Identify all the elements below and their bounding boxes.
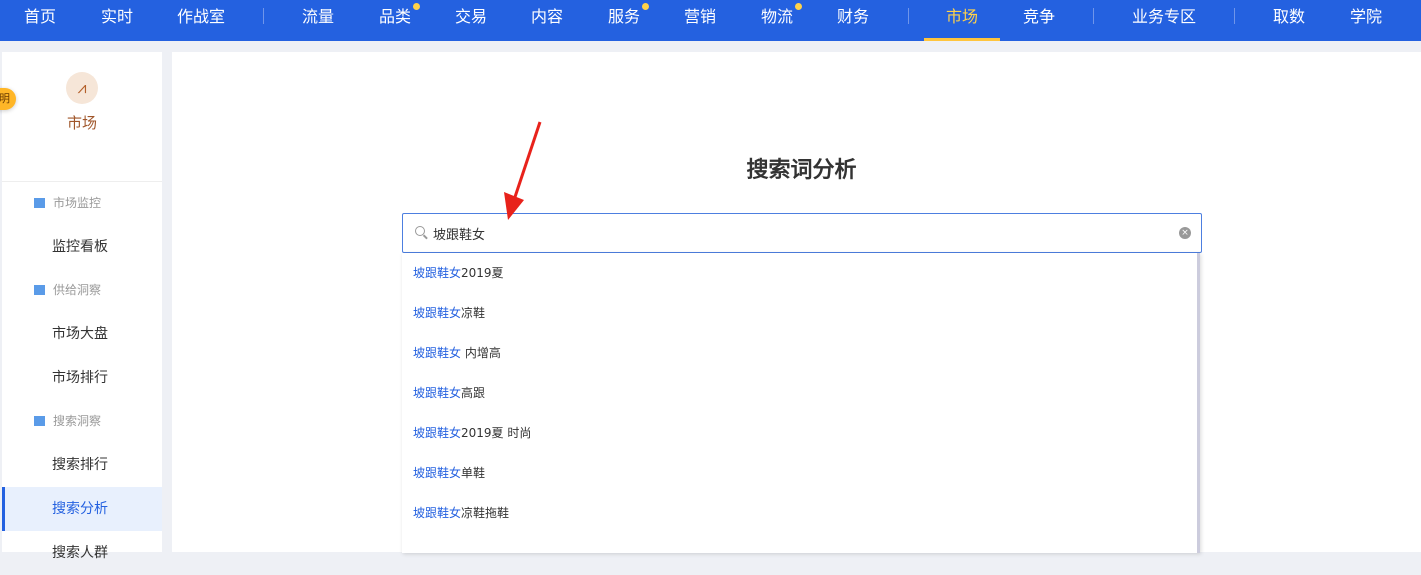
group-label: 市场监控 bbox=[53, 196, 102, 210]
sidebar-item[interactable]: 搜索分析 bbox=[2, 487, 162, 531]
page-title: 搜索词分析 bbox=[746, 158, 857, 183]
notification-dot bbox=[642, 3, 650, 10]
nav-label: 作战室 bbox=[176, 7, 226, 26]
match-text: 坡跟鞋女 bbox=[413, 426, 462, 440]
nav-label: 内容 bbox=[530, 7, 564, 26]
group-label: 供给洞察 bbox=[53, 283, 102, 297]
nav-item[interactable]: 市场 bbox=[923, 0, 1001, 41]
match-text: 坡跟鞋女 bbox=[413, 266, 462, 280]
market-chart-icon: ⩘ bbox=[66, 72, 98, 104]
sidebar-item[interactable]: 监控看板 bbox=[2, 225, 162, 269]
suggestion-item[interactable]: 坡跟鞋女凉鞋拖鞋 bbox=[402, 493, 1197, 533]
nav-item[interactable]: 交易 bbox=[455, 0, 487, 41]
nav-label: 竞争 bbox=[1022, 7, 1056, 26]
match-text: 坡跟鞋女 bbox=[413, 506, 462, 520]
nav-label: 市场 bbox=[945, 7, 979, 26]
clear-icon[interactable]: × bbox=[1179, 227, 1191, 239]
group-label: 搜索洞察 bbox=[53, 414, 102, 428]
sidebar-item[interactable]: 搜索人群 bbox=[2, 531, 162, 575]
rest-text: 2019夏 时尚 bbox=[461, 426, 532, 440]
sidebar-title: 市场 bbox=[66, 114, 97, 132]
nav-divider bbox=[263, 8, 264, 24]
nav-label: 交易 bbox=[454, 7, 488, 26]
building-icon bbox=[34, 416, 45, 426]
nav-divider bbox=[1234, 8, 1235, 24]
nav-label: 业务专区 bbox=[1131, 7, 1197, 26]
nav-label: 物流 bbox=[760, 7, 794, 26]
suggestion-item[interactable]: 坡跟鞋女2019夏 bbox=[402, 253, 1197, 293]
match-text: 坡跟鞋女 bbox=[413, 386, 462, 400]
nav-item[interactable]: 竞争 bbox=[1023, 0, 1055, 41]
nav-label: 实时 bbox=[100, 7, 134, 26]
nav-divider bbox=[908, 8, 909, 24]
notification-dot bbox=[795, 3, 803, 10]
suggestion-item[interactable]: 坡跟鞋女单鞋 bbox=[402, 453, 1197, 493]
nav-item[interactable]: 内容 bbox=[531, 0, 563, 41]
sidebar-header: ⩘ 市场 bbox=[2, 72, 162, 182]
nav-item[interactable]: 财务 bbox=[837, 0, 869, 41]
nav-label: 流量 bbox=[301, 7, 335, 26]
rest-text: 凉鞋 bbox=[461, 306, 486, 320]
suggestion-item[interactable]: 坡跟鞋女2019夏 时尚 bbox=[402, 413, 1197, 453]
sidebar-group: 供给洞察 bbox=[2, 269, 162, 312]
annotation-arrow-icon bbox=[504, 121, 542, 220]
rest-text: 内增高 bbox=[461, 346, 501, 360]
suggestion-item[interactable]: 坡跟鞋女高跟 bbox=[402, 373, 1197, 413]
nav-item[interactable]: 作战室 bbox=[177, 0, 225, 41]
main-panel: 搜索词分析 × 坡跟鞋女2019夏坡跟鞋女凉鞋坡跟鞋女 内增高坡跟鞋女高跟坡跟鞋… bbox=[172, 52, 1421, 553]
nav-label: 品类 bbox=[378, 7, 412, 26]
nav-item[interactable]: 营销 bbox=[684, 0, 716, 41]
sidebar-item[interactable]: 市场大盘 bbox=[2, 312, 162, 356]
nav-label: 学院 bbox=[1349, 7, 1383, 26]
top-nav: 首页 实时 作战室 流量 品类 交易 内容 服务 营销 物流 财务 市场 竞争 业务专区 取数 学院 bbox=[0, 0, 1421, 41]
nav-item[interactable]: 物流 bbox=[760, 0, 803, 41]
nav-item[interactable]: 首页 bbox=[24, 0, 56, 41]
search-icon bbox=[415, 226, 425, 236]
nav-item[interactable]: 品类 bbox=[378, 0, 421, 41]
nav-item[interactable]: 取数 bbox=[1273, 0, 1305, 41]
nav-label: 营销 bbox=[683, 7, 717, 26]
nav-item[interactable]: 实时 bbox=[101, 0, 133, 41]
sidebar: ⩘ 市场 市场监控 监控看板 供给洞察 市场大盘 市场排行 搜索洞察 搜索排行 搜索分析 搜索人… bbox=[2, 52, 162, 561]
building-icon bbox=[34, 198, 45, 208]
rest-text: 2019夏 bbox=[461, 266, 504, 280]
nav-label: 财务 bbox=[836, 7, 870, 26]
suggestion-item[interactable]: 坡跟鞋女 内增高 bbox=[402, 333, 1197, 373]
nav-label: 取数 bbox=[1272, 7, 1306, 26]
nav-item[interactable]: 业务专区 bbox=[1132, 0, 1196, 41]
nav-item[interactable]: 流量 bbox=[302, 0, 334, 41]
sidebar-item[interactable]: 市场排行 bbox=[2, 356, 162, 400]
nav-label: 服务 bbox=[607, 7, 641, 26]
suggestion-dropdown: 坡跟鞋女2019夏 坡跟鞋女凉鞋 坡跟鞋女 内增高 坡跟鞋女高跟 坡跟鞋女2019夏 时… bbox=[402, 253, 1200, 553]
nav-label: 首页 bbox=[23, 7, 57, 26]
nav-item[interactable]: 服务 bbox=[607, 0, 650, 41]
nav-item[interactable]: 学院 bbox=[1350, 0, 1382, 41]
sidebar-item[interactable]: 搜索排行 bbox=[2, 443, 162, 487]
match-text: 坡跟鞋女 bbox=[413, 306, 462, 320]
rest-text: 高跟 bbox=[461, 386, 486, 400]
match-text: 坡跟鞋女 bbox=[413, 466, 462, 480]
rest-text: 凉鞋拖鞋 bbox=[461, 506, 510, 520]
notification-dot bbox=[413, 3, 421, 10]
sidebar-group: 市场监控 bbox=[2, 182, 162, 225]
sidebar-group: 搜索洞察 bbox=[2, 400, 162, 443]
rest-text: 单鞋 bbox=[461, 466, 486, 480]
match-text: 坡跟鞋女 bbox=[413, 346, 462, 360]
building-icon bbox=[34, 285, 45, 295]
nav-divider bbox=[1093, 8, 1094, 24]
suggestion-item[interactable]: 坡跟鞋女凉鞋 bbox=[402, 293, 1197, 333]
